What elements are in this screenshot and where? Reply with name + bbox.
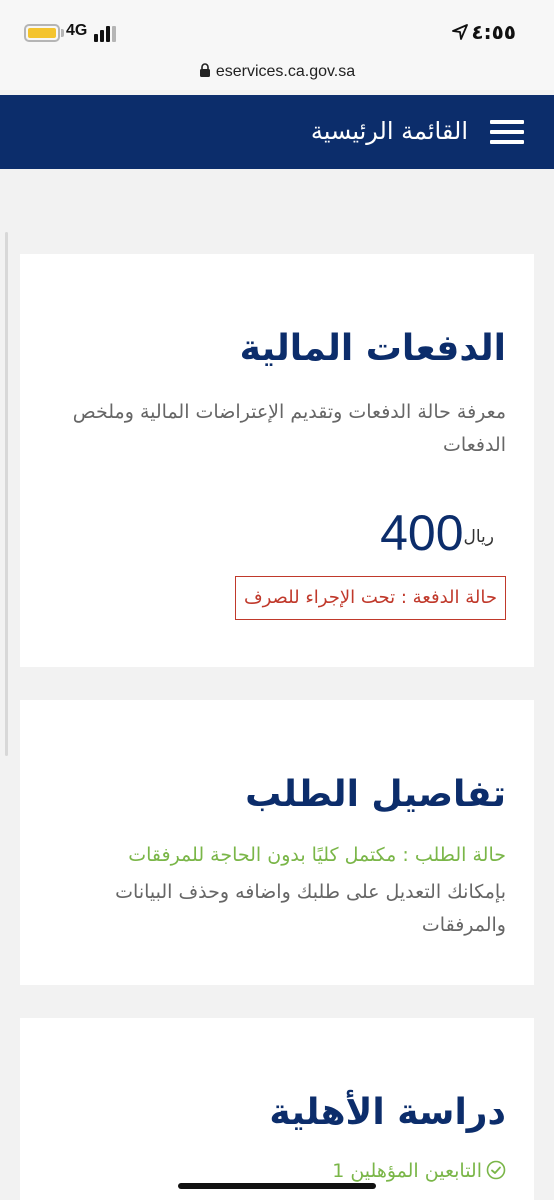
payment-amount: ريال400 bbox=[380, 504, 506, 562]
eligibility-title: دراسة الأهلية bbox=[269, 1092, 506, 1133]
main-menu-label[interactable]: القائمة الرئيسية bbox=[311, 117, 468, 145]
site-header: القائمة الرئيسية bbox=[0, 95, 554, 169]
clock: ٤:٥٥ bbox=[471, 20, 516, 44]
hamburger-menu-icon[interactable] bbox=[490, 120, 524, 144]
lock-icon bbox=[199, 63, 210, 77]
signal-icon bbox=[94, 24, 120, 42]
payments-title: الدفعات المالية bbox=[239, 328, 506, 369]
dependents-label: التابعين المؤهلين 1 bbox=[332, 1160, 482, 1182]
home-indicator[interactable] bbox=[178, 1183, 376, 1189]
eligibility-card[interactable]: دراسة الأهلية التابعين المؤهلين 1 bbox=[20, 1018, 534, 1200]
location-arrow-icon bbox=[452, 24, 468, 40]
request-title: تفاصيل الطلب bbox=[245, 774, 506, 815]
battery-icon bbox=[24, 24, 60, 42]
dependents-status: التابعين المؤهلين 1 bbox=[332, 1160, 506, 1182]
scrollbar[interactable] bbox=[5, 232, 8, 756]
request-details-card[interactable]: تفاصيل الطلب حالة الطلب : مكتمل كليًا بد… bbox=[20, 700, 534, 985]
payments-card[interactable]: الدفعات المالية معرفة حالة الدفعات وتقدي… bbox=[20, 254, 534, 667]
check-circle-icon bbox=[486, 1160, 506, 1180]
payments-description: معرفة حالة الدفعات وتقديم الإعتراضات الم… bbox=[72, 401, 506, 456]
request-status: حالة الطلب : مكتمل كليًا بدون الحاجة للم… bbox=[128, 844, 506, 866]
address-bar[interactable]: eservices.ca.gov.sa bbox=[0, 56, 554, 90]
url-text: eservices.ca.gov.sa bbox=[215, 63, 356, 80]
status-bar: 4G ٤:٥٥ bbox=[0, 0, 554, 56]
currency-label: ريال bbox=[463, 527, 494, 547]
network-type: 4G bbox=[66, 22, 88, 39]
amount-value: 400 bbox=[380, 505, 464, 561]
request-description: بإمكانك التعديل على طلبك واضافه وحذف الب… bbox=[115, 881, 506, 936]
payment-status-badge: حالة الدفعة : تحت الإجراء للصرف bbox=[234, 576, 506, 620]
